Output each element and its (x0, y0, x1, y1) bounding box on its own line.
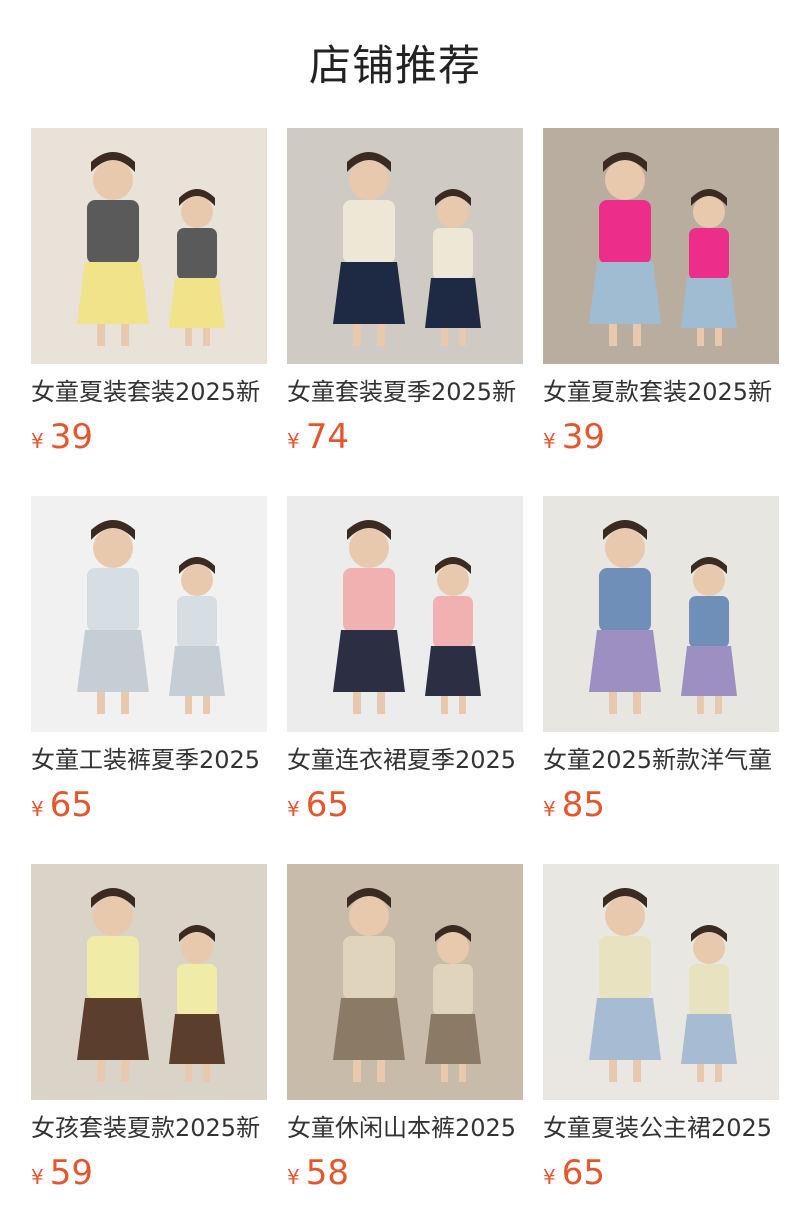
price-amount: 59 (49, 1153, 93, 1193)
product-photo-icon (287, 864, 523, 1100)
currency-symbol: ¥ (287, 1165, 300, 1189)
currency-symbol: ¥ (31, 429, 44, 453)
currency-symbol: ¥ (287, 797, 300, 821)
store-recommendations-page: 店铺推荐 女童夏装套装2025新 ¥39 女童套装夏季2025新 ¥74 女童夏款套装2… (0, 0, 790, 1232)
product-image[interactable] (31, 128, 267, 364)
currency-symbol: ¥ (543, 797, 556, 821)
product-card[interactable]: 女童连衣裙夏季2025 ¥65 (287, 496, 523, 836)
product-image[interactable] (31, 496, 267, 732)
product-photo-icon (543, 864, 779, 1100)
product-name[interactable]: 女童休闲山本裤2025 (287, 1111, 523, 1145)
product-photo-icon (31, 496, 267, 732)
price-amount: 58 (305, 1153, 349, 1193)
price-amount: 74 (305, 417, 349, 457)
product-image[interactable] (287, 864, 523, 1100)
product-name[interactable]: 女童夏装套装2025新 (31, 375, 267, 409)
product-name[interactable]: 女孩套装夏款2025新 (31, 1111, 267, 1145)
price-amount: 65 (561, 1153, 605, 1193)
currency-symbol: ¥ (31, 1165, 44, 1189)
product-card[interactable]: 女童工装裤夏季2025 ¥65 (31, 496, 267, 836)
product-card[interactable]: 女童套装夏季2025新 ¥74 (287, 128, 523, 468)
product-photo-icon (543, 128, 779, 364)
price-amount: 65 (305, 785, 349, 825)
product-photo-icon (287, 128, 523, 364)
currency-symbol: ¥ (543, 1165, 556, 1189)
product-price: ¥58 (287, 1151, 349, 1195)
product-card[interactable]: 女童夏装套装2025新 ¥39 (31, 128, 267, 468)
product-photo-icon (31, 864, 267, 1100)
product-name[interactable]: 女童2025新款洋气童 (543, 743, 779, 777)
product-photo-icon (287, 496, 523, 732)
product-image[interactable] (287, 128, 523, 364)
product-card[interactable]: 女童夏装公主裙2025 ¥65 (543, 864, 779, 1204)
product-image[interactable] (543, 496, 779, 732)
product-price: ¥39 (543, 415, 605, 459)
price-amount: 39 (561, 417, 605, 457)
product-image[interactable] (31, 864, 267, 1100)
product-name[interactable]: 女童套装夏季2025新 (287, 375, 523, 409)
product-card[interactable]: 女童2025新款洋气童 ¥85 (543, 496, 779, 836)
product-price: ¥65 (543, 1151, 605, 1195)
currency-symbol: ¥ (543, 429, 556, 453)
product-photo-icon (31, 128, 267, 364)
product-price: ¥65 (287, 783, 349, 827)
price-amount: 85 (561, 785, 605, 825)
product-image[interactable] (287, 496, 523, 732)
product-card[interactable]: 女童夏款套装2025新 ¥39 (543, 128, 779, 468)
product-name[interactable]: 女童工装裤夏季2025 (31, 743, 267, 777)
product-image[interactable] (543, 864, 779, 1100)
product-price: ¥65 (31, 783, 93, 827)
product-name[interactable]: 女童夏装公主裙2025 (543, 1111, 779, 1145)
product-image[interactable] (543, 128, 779, 364)
price-amount: 65 (49, 785, 93, 825)
product-name[interactable]: 女童夏款套装2025新 (543, 375, 779, 409)
product-card[interactable]: 女孩套装夏款2025新 ¥59 (31, 864, 267, 1204)
product-photo-icon (543, 496, 779, 732)
product-price: ¥39 (31, 415, 93, 459)
product-price: ¥85 (543, 783, 605, 827)
currency-symbol: ¥ (287, 429, 300, 453)
product-name[interactable]: 女童连衣裙夏季2025 (287, 743, 523, 777)
product-price: ¥59 (31, 1151, 93, 1195)
product-price: ¥74 (287, 415, 349, 459)
product-card[interactable]: 女童休闲山本裤2025 ¥58 (287, 864, 523, 1204)
price-amount: 39 (49, 417, 93, 457)
page-title: 店铺推荐 (308, 41, 481, 90)
currency-symbol: ¥ (31, 797, 44, 821)
